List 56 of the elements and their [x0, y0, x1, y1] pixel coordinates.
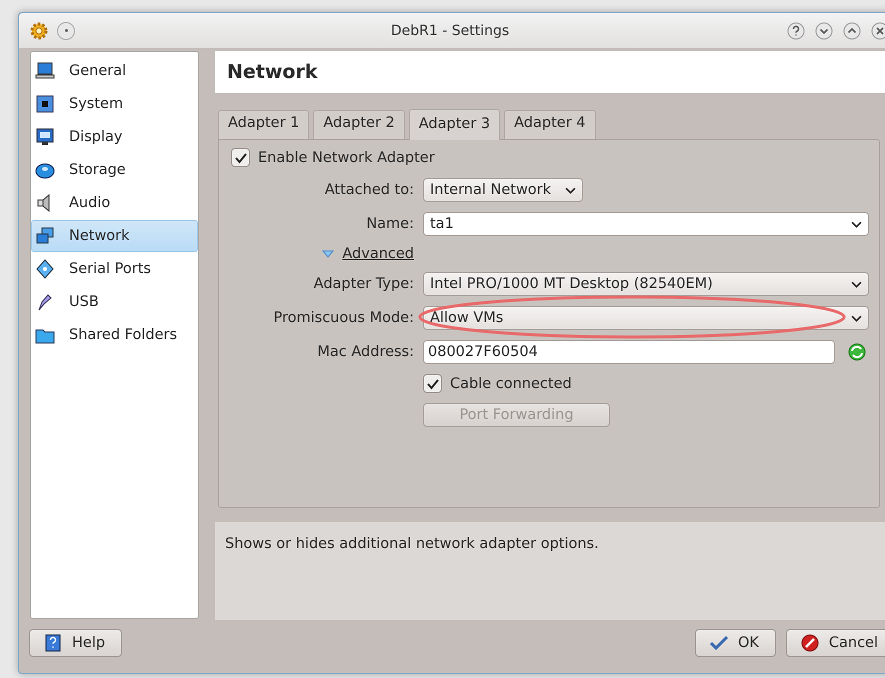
- window-title: DebR1 - Settings: [390, 22, 510, 38]
- cable-checkbox[interactable]: [423, 374, 442, 393]
- sidebar-item[interactable]: Storage: [31, 154, 198, 186]
- help-icon[interactable]: [787, 22, 805, 40]
- caret-icon: [851, 220, 862, 228]
- triangle-icon: [322, 250, 334, 258]
- adapter-tab[interactable]: Adapter 2: [313, 110, 405, 139]
- caret-icon: [851, 314, 862, 322]
- adapter-tab[interactable]: Adapter 1: [218, 110, 310, 139]
- close-icon[interactable]: [871, 22, 885, 40]
- name-combobox[interactable]: ta1: [423, 212, 869, 236]
- field-label: Promiscuous Mode:: [274, 310, 414, 326]
- help-button[interactable]: Help: [29, 629, 122, 657]
- page-title: Network: [215, 51, 885, 93]
- adapter-type-dropdown[interactable]: Intel PRO/1000 MT Desktop (82540EM): [423, 272, 869, 296]
- sidebar-item[interactable]: System: [31, 88, 198, 120]
- ok-button[interactable]: OK: [694, 629, 776, 657]
- chip-icon: [35, 94, 55, 114]
- field-label: Mac Address:: [317, 344, 414, 360]
- sidebar-item[interactable]: General: [31, 55, 198, 87]
- refresh-icon[interactable]: [847, 342, 867, 362]
- serial-port-icon: [35, 259, 55, 279]
- sidebar-item[interactable]: Shared Folders: [31, 319, 198, 351]
- adapter-tab[interactable]: Adapter 4: [504, 110, 596, 139]
- checkbox-label: Enable Network Adapter: [258, 150, 435, 166]
- stop-icon: [800, 634, 819, 652]
- minimize-icon[interactable]: [815, 22, 833, 40]
- cancel-button[interactable]: Cancel: [786, 629, 885, 657]
- caret-icon: [565, 186, 576, 194]
- gear-icon[interactable]: [29, 20, 49, 40]
- checkmark-icon: [426, 376, 440, 390]
- field-label: Attached to:: [324, 182, 414, 198]
- pin-button[interactable]: [57, 22, 75, 40]
- sidebar-item[interactable]: Serial Ports: [31, 253, 198, 285]
- network-icon: [35, 226, 55, 246]
- maximize-icon[interactable]: [843, 22, 861, 40]
- monitor-icon: [35, 61, 55, 81]
- advanced-toggle[interactable]: Advanced: [322, 246, 414, 262]
- caret-icon: [851, 280, 862, 288]
- enable-checkbox[interactable]: [231, 148, 250, 167]
- sidebar-item[interactable]: Audio: [31, 187, 198, 219]
- checkmark-icon: [234, 150, 248, 164]
- checkbox-label: Cable connected: [450, 376, 572, 392]
- sidebar-item[interactable]: Display: [31, 121, 198, 153]
- display-icon: [35, 127, 55, 147]
- description-text: Shows or hides additional network adapter options.: [225, 536, 599, 552]
- sidebar-item[interactable]: USB: [31, 286, 198, 318]
- adapter-tab[interactable]: Adapter 3: [408, 109, 500, 140]
- sidebar-item[interactable]: Network: [31, 220, 198, 252]
- attached-dropdown[interactable]: Internal Network: [423, 178, 584, 202]
- field-label: Name:: [366, 216, 414, 232]
- promiscuous-dropdown[interactable]: Allow VMs: [423, 306, 869, 330]
- checkmark-icon: [710, 634, 728, 652]
- mac-address-field[interactable]: 080027F60504: [423, 340, 835, 364]
- help-book-icon: [44, 634, 62, 652]
- field-label: Adapter Type:: [314, 276, 414, 292]
